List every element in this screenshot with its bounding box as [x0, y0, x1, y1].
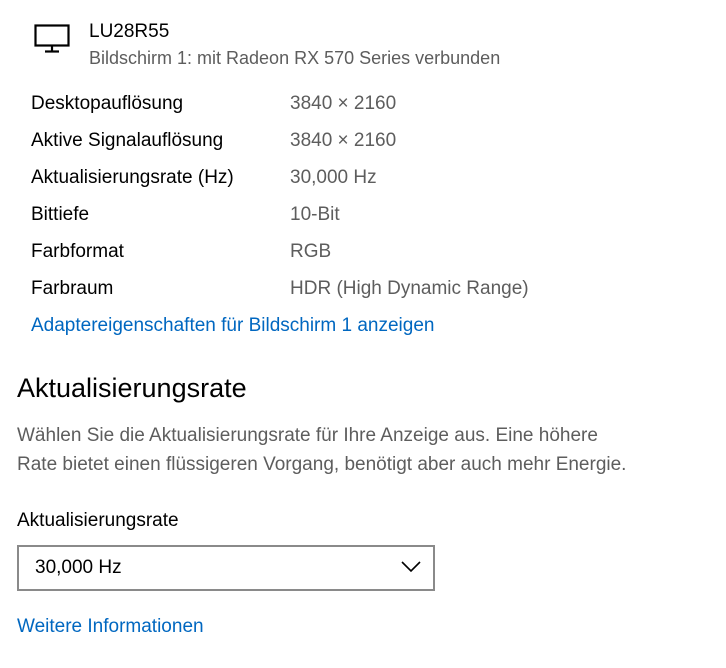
description-line: Wählen Sie die Aktualisierungsrate für I…	[17, 425, 598, 446]
property-label: Bittiefe	[31, 204, 90, 225]
refresh-rate-section-title: Aktualisierungsrate	[17, 373, 247, 403]
property-label: Farbformat	[31, 241, 124, 262]
property-row-bit-depth: Bittiefe 10-Bit	[31, 201, 711, 238]
more-information-link[interactable]: Weitere Informationen	[17, 613, 204, 641]
property-value: 10-Bit	[290, 204, 340, 225]
refresh-rate-dropdown[interactable]: 30,000 Hz	[17, 545, 435, 591]
monitor-name: LU28R55	[89, 21, 170, 42]
property-label: Desktopauflösung	[31, 93, 184, 114]
display-properties-list: Desktopauflösung 3840 × 2160 Aktive Sign…	[31, 90, 711, 312]
monitor-header: LU28R55 Bildschirm 1: mit Radeon RX 570 …	[34, 18, 714, 74]
property-value: 30,000 Hz	[290, 167, 377, 188]
dropdown-selected-value: 30,000 Hz	[35, 557, 122, 578]
property-row-active-signal-resolution: Aktive Signalauflösung 3840 × 2160	[31, 127, 711, 164]
property-row-color-space: Farbraum HDR (High Dynamic Range)	[31, 275, 711, 312]
property-value: RGB	[290, 241, 332, 262]
adapter-properties-link[interactable]: Adaptereigenschaften für Bildschirm 1 an…	[31, 312, 434, 340]
refresh-rate-description: Wählen Sie die Aktualisierungsrate für I…	[17, 421, 717, 479]
property-row-desktop-resolution: Desktopauflösung 3840 × 2160	[31, 90, 711, 127]
chevron-down-icon	[401, 561, 421, 573]
property-row-color-format: Farbformat RGB	[31, 238, 711, 275]
property-label: Aktualisierungsrate (Hz)	[31, 167, 234, 188]
property-row-refresh-rate: Aktualisierungsrate (Hz) 30,000 Hz	[31, 164, 711, 201]
monitor-icon	[34, 24, 70, 53]
property-value: 3840 × 2160	[290, 93, 397, 114]
property-value: HDR (High Dynamic Range)	[290, 278, 529, 299]
property-label: Farbraum	[31, 278, 114, 299]
property-value: 3840 × 2160	[290, 130, 397, 151]
property-label: Aktive Signalauflösung	[31, 130, 224, 151]
description-line: Rate bietet einen flüssigeren Vorgang, b…	[17, 454, 627, 475]
refresh-rate-field-label: Aktualisierungsrate	[17, 510, 179, 531]
monitor-connection-info: Bildschirm 1: mit Radeon RX 570 Series v…	[89, 48, 501, 68]
